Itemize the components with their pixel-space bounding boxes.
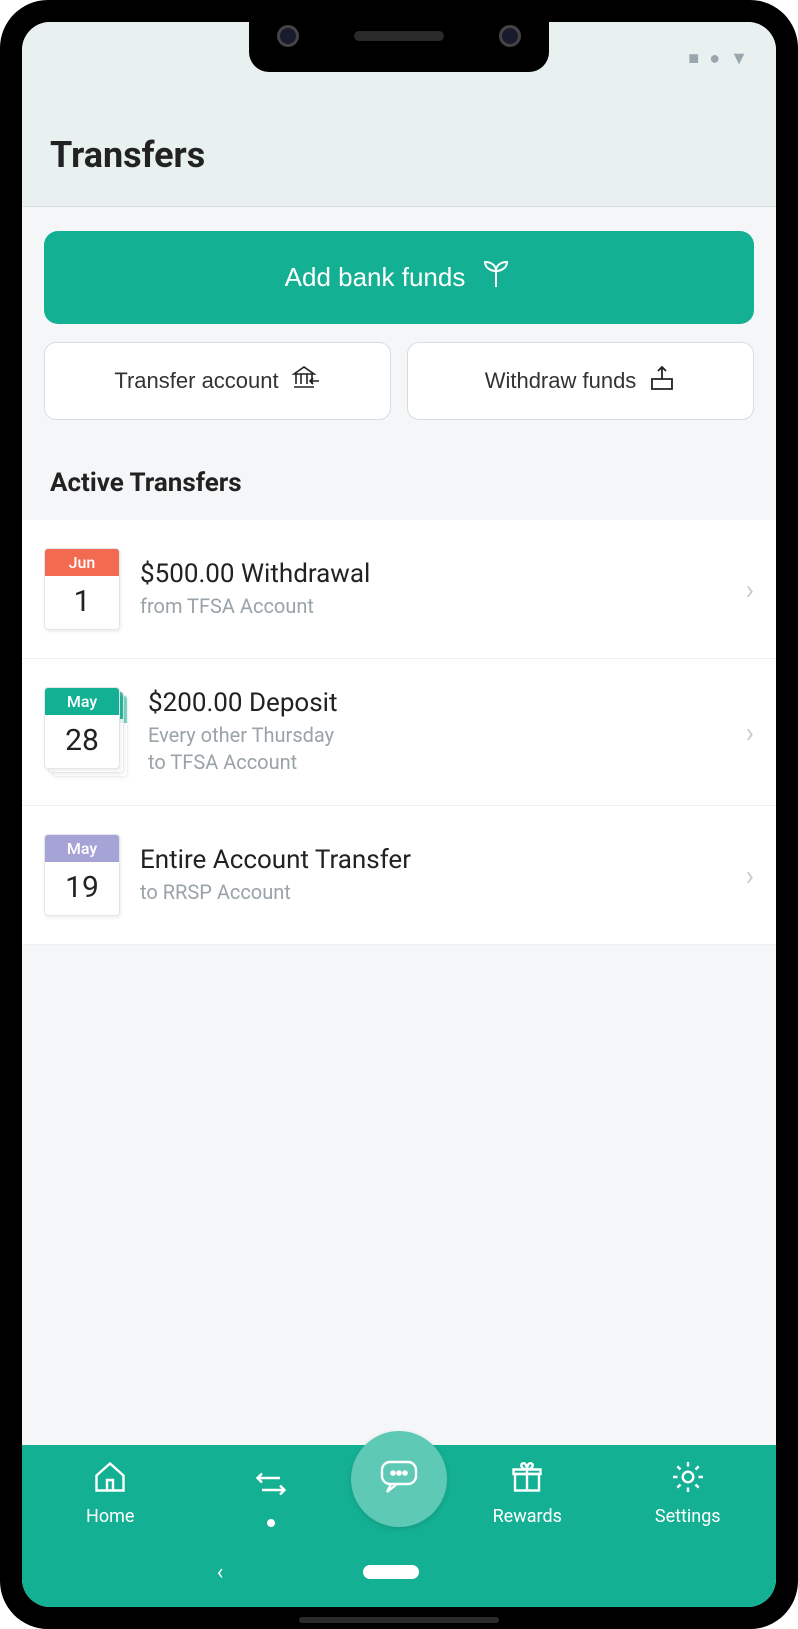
transfer-account-button[interactable]: Transfer account	[44, 342, 391, 420]
status-square-icon: ■	[688, 48, 699, 69]
device-frame: ■ ● ▼ Transfers Add bank funds Tr	[0, 0, 798, 1629]
tab-transfers[interactable]	[191, 1466, 352, 1527]
transfer-subtitle: to RRSP Account	[140, 879, 726, 906]
content-spacer	[22, 945, 776, 1445]
bank-arrow-icon	[291, 365, 321, 397]
transfer-row[interactable]: May 19 Entire Account Transfer to RRSP A…	[22, 806, 776, 945]
transfers-icon	[253, 1466, 289, 1507]
add-bank-funds-label: Add bank funds	[285, 262, 466, 293]
calendar-day: 1	[45, 576, 119, 629]
transfer-body: $500.00 Withdrawal from TFSA Account	[120, 559, 746, 620]
tab-settings[interactable]: Settings	[608, 1459, 769, 1527]
calendar-day: 19	[45, 862, 119, 915]
transfer-account-label: Transfer account	[114, 368, 278, 394]
home-icon	[92, 1459, 128, 1500]
upload-box-icon	[648, 365, 676, 397]
withdraw-funds-label: Withdraw funds	[485, 368, 637, 394]
device-notch	[249, 0, 549, 72]
transfer-title: Entire Account Transfer	[140, 845, 726, 875]
active-transfers-heading: Active Transfers	[22, 438, 776, 520]
calendar-month: May	[45, 835, 119, 862]
device-handle	[299, 1617, 499, 1623]
actions-panel: Add bank funds Transfer account	[22, 207, 776, 438]
transfer-title: $200.00 Deposit	[148, 688, 726, 718]
transfer-subtitle: from TFSA Account	[140, 593, 726, 620]
transfer-subtitle-line1: Every other Thursday	[148, 722, 726, 749]
page-header: Transfers	[22, 94, 776, 207]
tab-rewards[interactable]: Rewards	[447, 1459, 608, 1527]
transfer-row[interactable]: Jun 1 $500.00 Withdrawal from TFSA Accou…	[22, 520, 776, 659]
withdraw-funds-button[interactable]: Withdraw funds	[407, 342, 754, 420]
add-bank-funds-button[interactable]: Add bank funds	[44, 231, 754, 324]
calendar-badge: May 19	[44, 834, 120, 916]
calendar-badge-stack: May 28	[44, 687, 128, 777]
page-title: Transfers	[50, 134, 748, 176]
chat-icon	[377, 1457, 421, 1501]
android-nav-bar: ‹	[22, 1537, 776, 1607]
transfer-row[interactable]: May 28 $200.00 Deposit Every other Thurs…	[22, 659, 776, 806]
chevron-right-icon: ›	[746, 573, 754, 606]
nav-back-icon[interactable]: ‹	[217, 1560, 224, 1585]
transfer-title: $500.00 Withdrawal	[140, 559, 726, 589]
chevron-right-icon: ›	[746, 859, 754, 892]
chevron-right-icon: ›	[746, 716, 754, 749]
gear-icon	[670, 1459, 706, 1500]
screen: ■ ● ▼ Transfers Add bank funds Tr	[22, 22, 776, 1607]
tab-settings-label: Settings	[655, 1506, 721, 1527]
tab-bar: Home	[22, 1445, 776, 1537]
status-circle-icon: ●	[709, 48, 720, 69]
status-triangle-icon: ▼	[730, 48, 748, 69]
active-dot-icon	[267, 1519, 275, 1527]
calendar-month: May	[45, 688, 119, 715]
transfer-subtitle-line2: to TFSA Account	[148, 749, 726, 776]
calendar-month: Jun	[45, 549, 119, 576]
transfer-body: $200.00 Deposit Every other Thursday to …	[128, 688, 746, 776]
transfer-body: Entire Account Transfer to RRSP Account	[120, 845, 746, 906]
transfer-list: Jun 1 $500.00 Withdrawal from TFSA Accou…	[22, 520, 776, 945]
tab-home[interactable]: Home	[30, 1459, 191, 1527]
tab-rewards-label: Rewards	[493, 1506, 562, 1527]
tab-home-label: Home	[86, 1506, 134, 1527]
gift-icon	[509, 1459, 545, 1500]
sprout-icon	[479, 259, 513, 296]
calendar-badge: Jun 1	[44, 548, 120, 630]
calendar-day: 28	[45, 715, 119, 768]
nav-home-pill[interactable]	[363, 1565, 419, 1579]
chat-fab-button[interactable]	[351, 1431, 447, 1527]
